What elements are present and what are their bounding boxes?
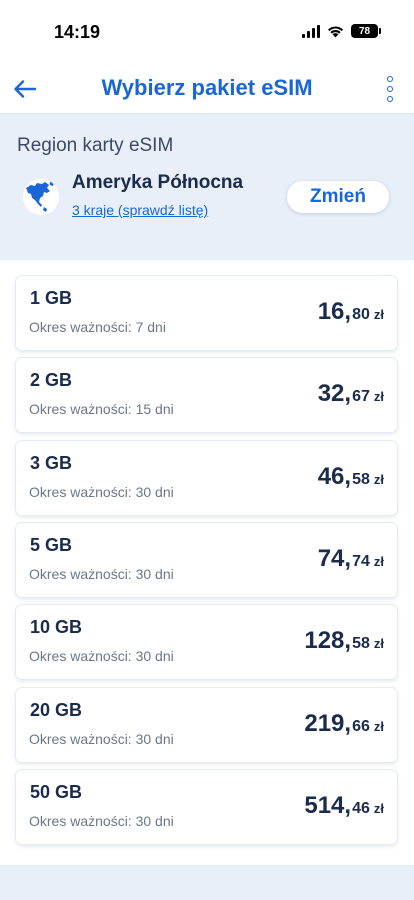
countries-list-link[interactable]: 3 kraje (sprawdź listę) (72, 202, 208, 218)
package-card[interactable]: 1 GB Okres ważności: 7 dni 16, 80 zł (16, 276, 397, 350)
package-size: 50 GB (30, 782, 83, 802)
more-options-button[interactable] (382, 76, 398, 102)
price-integer: 46 (317, 463, 345, 490)
package-card[interactable]: 3 GB Okres ważności: 30 dni 46, 58 zł (16, 441, 397, 515)
package-validity: Okres ważności: 7 dni (29, 319, 166, 335)
package-validity: Okres ważności: 30 dni (29, 813, 174, 829)
more-dot-icon (387, 96, 393, 102)
price-currency: zł (373, 636, 384, 651)
more-dot-icon (387, 86, 393, 92)
package-price: 219, 66 zł (304, 710, 384, 737)
region-label: Region karty eSIM (17, 135, 174, 156)
package-card[interactable]: 5 GB Okres ważności: 30 dni 74, 74 zł (16, 523, 397, 597)
price-currency: zł (373, 389, 384, 404)
price-integer: 128 (304, 627, 345, 654)
package-size: 1 GB (30, 288, 73, 308)
battery-icon: 78 (351, 24, 381, 38)
status-time: 14:19 (54, 22, 101, 42)
price-integer: 74 (317, 545, 345, 572)
price-currency: zł (373, 307, 384, 322)
package-validity: Okres ważności: 30 dni (29, 731, 174, 747)
region-section: Region karty eSIM Ameryka Północna 3 kra… (0, 115, 414, 260)
more-dot-icon (387, 76, 393, 82)
price-integer: 32 (317, 380, 345, 407)
price-integer: 514 (304, 792, 345, 819)
north-america-globe-icon (23, 179, 59, 215)
region-name: Ameryka Północna (72, 172, 244, 193)
price-decimal: 80 (352, 306, 370, 323)
package-card[interactable]: 20 GB Okres ważności: 30 dni 219, 66 zł (16, 688, 397, 762)
package-validity: Okres ważności: 30 dni (29, 648, 174, 664)
package-size: 10 GB (30, 617, 83, 637)
price-decimal: 74 (352, 553, 370, 570)
status-bar: 14:19 78 (0, 0, 414, 64)
price-integer: 219 (304, 710, 345, 737)
package-price: 16, 80 zł (317, 298, 384, 325)
change-region-button[interactable]: Zmień (287, 181, 389, 213)
package-size: 5 GB (30, 535, 73, 555)
package-size: 3 GB (30, 453, 73, 473)
package-price: 46, 58 zł (317, 463, 384, 490)
price-decimal: 66 (352, 718, 370, 735)
package-card[interactable]: 2 GB Okres ważności: 15 dni 32, 67 zł (16, 358, 397, 432)
package-list: 1 GB Okres ważności: 7 dni 16, 80 zł 2 GB … (0, 260, 414, 865)
package-price: 32, 67 zł (317, 380, 384, 407)
price-currency: zł (373, 554, 384, 569)
price-currency: zł (373, 801, 384, 816)
wifi-icon (328, 25, 343, 37)
price-decimal: 58 (352, 635, 370, 652)
package-card[interactable]: 10 GB Okres ważności: 30 dni 128, 58 zł (16, 605, 397, 679)
nav-bar: Wybierz pakiet eSIM (0, 64, 414, 114)
price-decimal: 67 (352, 388, 370, 405)
price-decimal: 58 (352, 471, 370, 488)
package-size: 2 GB (30, 370, 73, 390)
package-size: 20 GB (30, 700, 83, 720)
cellular-signal-icon (302, 24, 320, 38)
status-icons: 78 (302, 24, 381, 38)
page-title: Wybierz pakiet eSIM (101, 75, 313, 100)
package-price: 74, 74 zł (317, 545, 384, 572)
package-validity: Okres ważności: 30 dni (29, 484, 174, 500)
price-integer: 16 (317, 298, 345, 325)
price-currency: zł (373, 472, 384, 487)
package-price: 514, 46 zł (304, 792, 384, 819)
package-validity: Okres ważności: 15 dni (29, 401, 174, 417)
price-decimal: 46 (352, 800, 370, 817)
package-card[interactable]: 50 GB Okres ważności: 30 dni 514, 46 zł (16, 770, 397, 844)
package-validity: Okres ważności: 30 dni (29, 566, 174, 582)
price-currency: zł (373, 719, 384, 734)
package-price: 128, 58 zł (304, 627, 384, 654)
